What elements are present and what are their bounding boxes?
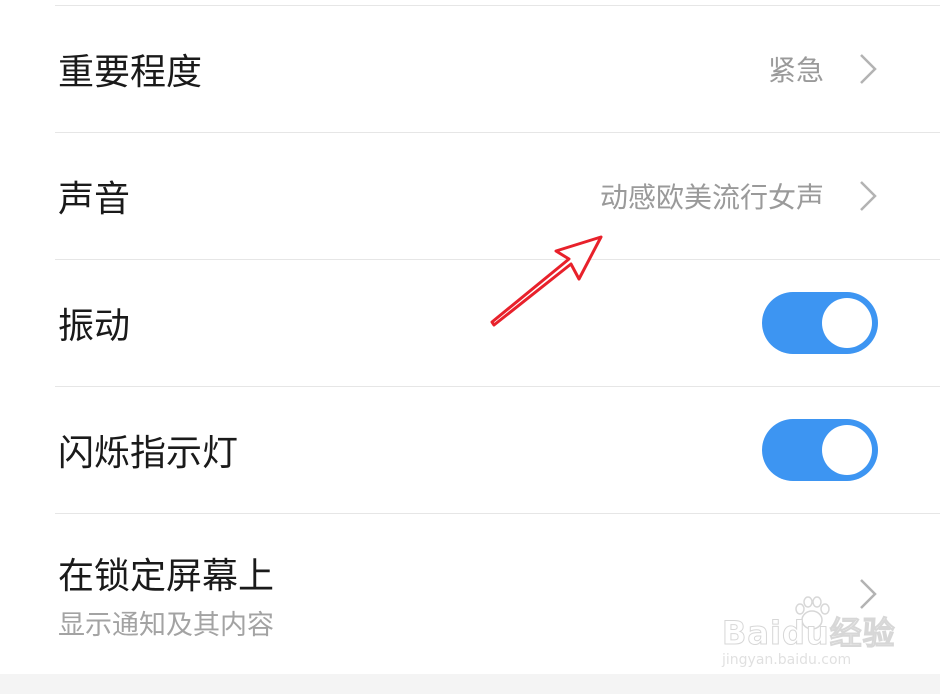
toggle-knob — [822, 425, 872, 475]
sound-value: 动感欧美流行女声 — [599, 181, 824, 214]
lock-screen-label: 在锁定屏幕上 — [58, 556, 275, 597]
watermark-brand: Baidu经验 — [722, 614, 896, 653]
vibration-toggle[interactable] — [762, 292, 878, 354]
flash-light-row: 闪烁指示灯 — [55, 387, 940, 514]
baidu-jingyan-watermark: Baidu经验 jingyan.baidu.com — [718, 592, 898, 672]
bottom-band — [0, 674, 940, 694]
importance-label: 重要程度 — [58, 52, 203, 93]
toggle-knob — [822, 298, 872, 348]
vibration-label: 振动 — [58, 306, 131, 347]
importance-row[interactable]: 重要程度 紧急 — [55, 6, 940, 133]
flash-light-label: 闪烁指示灯 — [58, 433, 239, 474]
vibration-row: 振动 — [55, 260, 940, 387]
flash-light-toggle[interactable] — [762, 419, 878, 481]
sound-label: 声音 — [58, 179, 131, 220]
sound-row[interactable]: 声音 动感欧美流行女声 — [55, 133, 940, 260]
watermark-url: jingyan.baidu.com — [722, 652, 852, 668]
importance-value: 紧急 — [767, 54, 824, 87]
lock-screen-subtitle: 显示通知及其内容 — [58, 610, 274, 641]
chevron-right-icon — [860, 54, 877, 84]
chevron-right-icon — [860, 181, 877, 211]
